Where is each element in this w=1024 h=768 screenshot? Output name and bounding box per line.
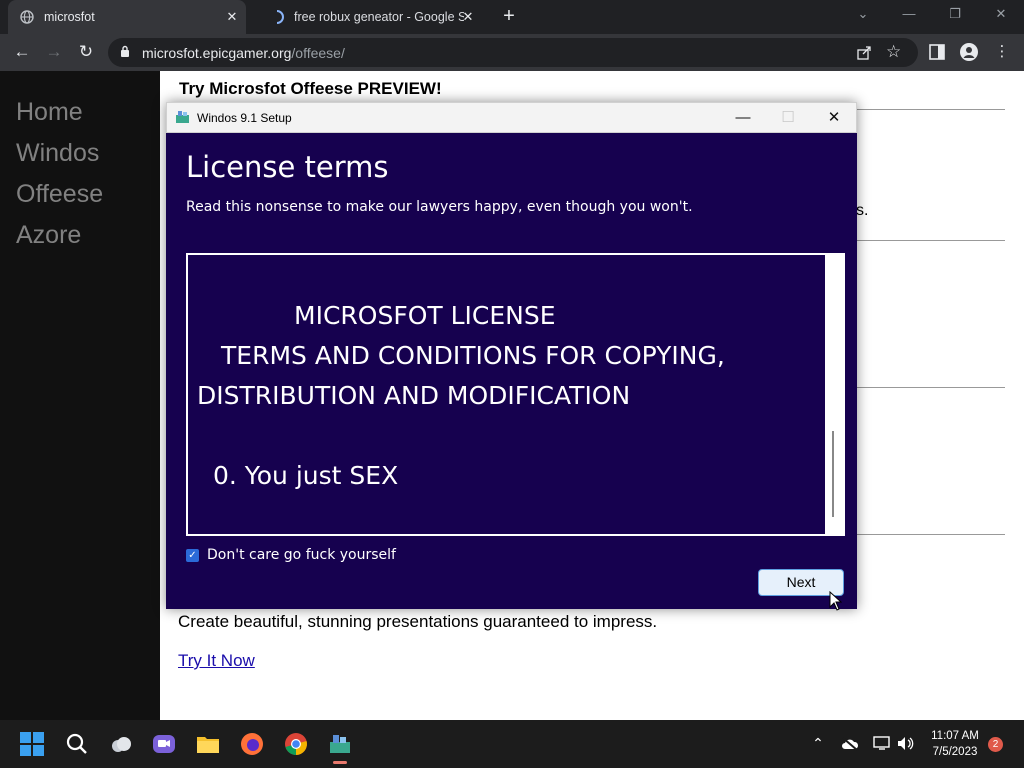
close-window-icon[interactable]: ✕ (989, 6, 1013, 22)
back-arrow-icon[interactable]: ← (10, 40, 34, 64)
minimize-icon[interactable]: — (897, 6, 921, 21)
kebab-menu-icon[interactable]: ⋮ (991, 41, 1013, 63)
tab-microsfot[interactable]: microsfot ✕ (8, 0, 246, 34)
license-heading: License terms (186, 150, 389, 184)
tab-search-chevron-icon[interactable]: ⌄ (851, 6, 875, 22)
agree-checkbox-label[interactable]: Don't care go fuck yourself (207, 547, 396, 563)
nav-link-azore[interactable]: Azore (16, 221, 81, 250)
installer-icon (176, 111, 189, 123)
dialog-title: Windos 9.1 Setup (197, 111, 292, 125)
globe-icon (20, 10, 34, 24)
firefox-icon[interactable] (240, 732, 264, 756)
mouse-cursor-icon (829, 591, 842, 611)
network-icon[interactable] (873, 736, 891, 751)
loading-spinner-icon (276, 10, 284, 24)
volume-icon[interactable] (897, 736, 915, 751)
try-it-now-link[interactable]: Try It Now (178, 651, 255, 671)
lock-icon[interactable] (120, 45, 130, 58)
divider (857, 240, 1005, 241)
tab-title: free robux geneator - Google Se (294, 10, 464, 24)
tab-title: microsfot (44, 10, 95, 24)
tab-close-icon[interactable]: ✕ (224, 9, 240, 25)
browser-toolbar: ← → ↻ microsfot.epicgamer.org/offeese/ ☆… (0, 34, 1024, 71)
sidebar-nav: Home Windos Offeese Azore (0, 71, 160, 720)
promo-text: Create beautiful, stunning presentations… (178, 612, 658, 631)
weather-cloud-icon[interactable] (109, 732, 133, 756)
chevron-up-icon[interactable]: ⌃ (808, 735, 828, 752)
tab-google-search[interactable]: free robux geneator - Google Se ✕ (258, 0, 482, 34)
divider (857, 534, 1005, 535)
nav-link-home[interactable]: Home (16, 98, 83, 127)
divider (857, 387, 1005, 388)
setup-app-icon[interactable] (328, 732, 352, 756)
restore-icon[interactable]: ❐ (943, 6, 967, 22)
profile-avatar-icon[interactable] (960, 43, 978, 61)
video-chat-icon[interactable] (152, 732, 176, 756)
chrome-icon[interactable] (284, 732, 308, 756)
divider (857, 109, 1005, 110)
clock-date: 7/5/2023 (932, 746, 978, 758)
forward-arrow-icon[interactable]: → (42, 40, 66, 64)
search-icon[interactable] (65, 732, 89, 756)
dialog-close-icon[interactable]: ✕ (820, 107, 848, 129)
share-icon[interactable] (856, 45, 872, 61)
nav-link-windos[interactable]: Windos (16, 139, 99, 168)
dialog-minimize-icon[interactable]: — (729, 107, 757, 129)
page-title: Try Microsfot Offeese PREVIEW! (179, 79, 442, 98)
new-tab-button[interactable]: + (498, 5, 520, 27)
license-line: TERMS AND CONDITIONS FOR COPYING, (221, 341, 725, 370)
clock-time: 11:07 AM (931, 730, 979, 742)
taskbar: ⌃ 11:07 AM 7/5/2023 2 (0, 720, 1024, 768)
url-text: microsfot.epicgamer.org/offeese/ (142, 45, 345, 61)
tab-close-icon[interactable]: ✕ (460, 9, 476, 25)
license-scrollbar[interactable] (825, 255, 843, 534)
dialog-maximize-icon: ☐ (781, 109, 795, 126)
license-text-box[interactable]: MICROSFOT LICENSE TERMS AND CONDITIONS F… (186, 253, 845, 536)
partial-text: s. (856, 202, 869, 219)
agree-checkbox-row[interactable]: ✓ Don't care go fuck yourself (186, 547, 396, 563)
notification-badge[interactable]: 2 (988, 737, 1003, 752)
url-path: /offeese/ (291, 45, 345, 61)
license-subheading: Read this nonsense to make our lawyers h… (186, 199, 693, 215)
file-explorer-icon[interactable] (196, 732, 220, 756)
address-bar[interactable]: microsfot.epicgamer.org/offeese/ ☆ (108, 38, 918, 67)
nav-link-offeese[interactable]: Offeese (16, 180, 103, 209)
setup-dialog: Windos 9.1 Setup — ☐ ✕ License terms Rea… (166, 102, 857, 609)
browser-tab-bar: microsfot ✕ free robux geneator - Google… (0, 0, 1024, 34)
bookmark-star-icon[interactable]: ☆ (886, 42, 901, 62)
dialog-titlebar[interactable]: Windos 9.1 Setup — ☐ ✕ (166, 102, 857, 133)
license-line: MICROSFOT LICENSE (294, 301, 556, 330)
reload-icon[interactable]: ↻ (74, 40, 98, 64)
clock[interactable]: 11:07 AM 7/5/2023 (920, 728, 990, 760)
agree-checkbox[interactable]: ✓ (186, 548, 199, 562)
side-panel-icon[interactable] (929, 44, 945, 60)
license-line: DISTRIBUTION AND MODIFICATION (197, 381, 631, 410)
license-line: 0. You just SEX (213, 461, 399, 490)
url-host: microsfot.epicgamer.org (142, 45, 292, 61)
scrollbar-thumb[interactable] (832, 431, 834, 517)
cloud-offline-icon[interactable] (841, 737, 859, 751)
active-app-indicator (333, 761, 347, 764)
windows-start-icon[interactable] (20, 732, 44, 756)
